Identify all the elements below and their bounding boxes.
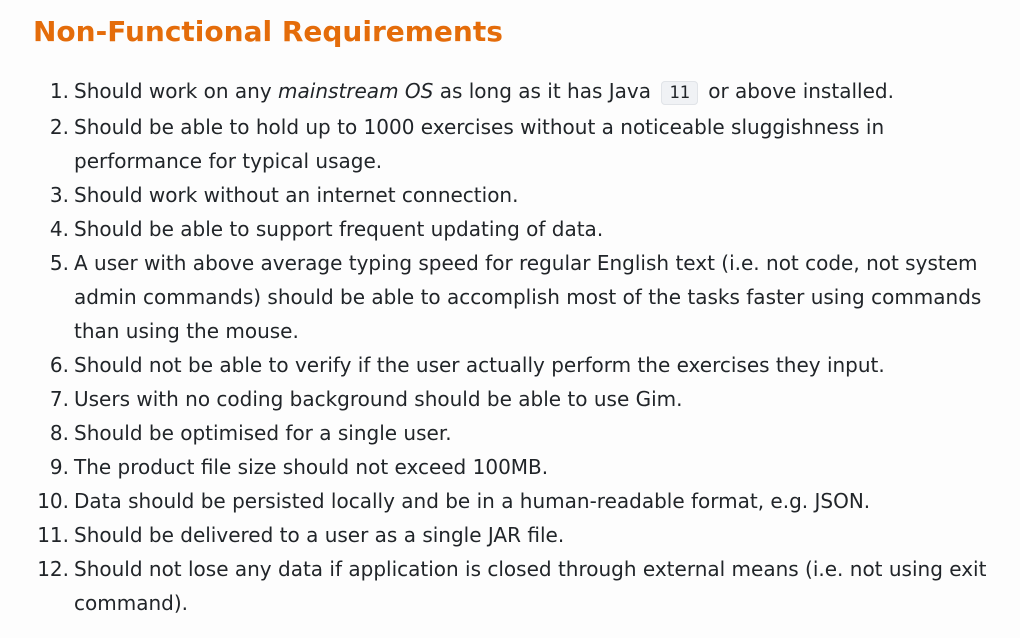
- item-text: as long as it has Java: [433, 79, 658, 103]
- requirement-item: 12. Should not lose any data if applicati…: [33, 552, 993, 620]
- item-text: Should not lose any data if application …: [74, 557, 987, 615]
- item-number: 8.: [49, 421, 69, 445]
- item-number: 2.: [49, 115, 69, 139]
- item-text: A user with above average typing speed f…: [74, 251, 982, 343]
- item-number: 10.: [37, 489, 69, 513]
- item-text: Should not be able to verify if the user…: [74, 353, 885, 377]
- item-number: 12.: [37, 557, 69, 581]
- requirement-item: 6. Should not be able to verify if the us…: [33, 348, 993, 382]
- item-text: Should be able to support frequent updat…: [74, 217, 604, 241]
- item-emphasis: mainstream OS: [278, 79, 434, 103]
- requirement-item: 9. The product file size should not excee…: [33, 450, 993, 484]
- section-heading: Non-Functional Requirements: [33, 15, 503, 48]
- item-text: Should work on any: [74, 79, 279, 103]
- item-number: 7.: [49, 387, 69, 411]
- requirement-item: 10. Data should be persisted locally and …: [33, 484, 993, 518]
- item-text: Should work without an internet connecti…: [74, 183, 519, 207]
- requirement-item: 5. A user with above average typing speed…: [33, 246, 993, 348]
- item-text: The product file size should not exceed …: [74, 455, 549, 479]
- item-text: Users with no coding background should b…: [74, 387, 683, 411]
- requirement-item: 7. Users with no coding background should…: [33, 382, 993, 416]
- item-text: Data should be persisted locally and be …: [74, 489, 871, 513]
- item-text: Should be optimised for a single user.: [74, 421, 452, 445]
- item-number: 4.: [49, 217, 69, 241]
- inline-code: 11: [661, 81, 698, 105]
- requirement-item: 2. Should be able to hold up to 1000 exer…: [33, 110, 993, 178]
- requirement-item: 4. Should be able to support frequent upd…: [33, 212, 993, 246]
- item-text: Should be able to hold up to 1000 exerci…: [74, 115, 885, 173]
- requirement-item: 11. Should be delivered to a user as a si…: [33, 518, 993, 552]
- item-text: Should be delivered to a user as a singl…: [74, 523, 565, 547]
- item-number: 3.: [49, 183, 69, 207]
- item-number: 5.: [49, 251, 69, 275]
- item-text: or above installed.: [701, 79, 894, 103]
- item-number: 9.: [49, 455, 69, 479]
- document-page: Non-Functional Requirements 1. Should wor…: [0, 0, 1020, 638]
- requirement-item: 8. Should be optimised for a single user.: [33, 416, 993, 450]
- item-number: 6.: [49, 353, 69, 377]
- requirement-item: 3. Should work without an internet connec…: [33, 178, 993, 212]
- requirement-item: 1. Should work on any mainstream OS as lo…: [33, 74, 993, 110]
- item-number: 11.: [37, 523, 69, 547]
- requirements-list: 1. Should work on any mainstream OS as lo…: [33, 74, 993, 620]
- item-number: 1.: [49, 79, 69, 103]
